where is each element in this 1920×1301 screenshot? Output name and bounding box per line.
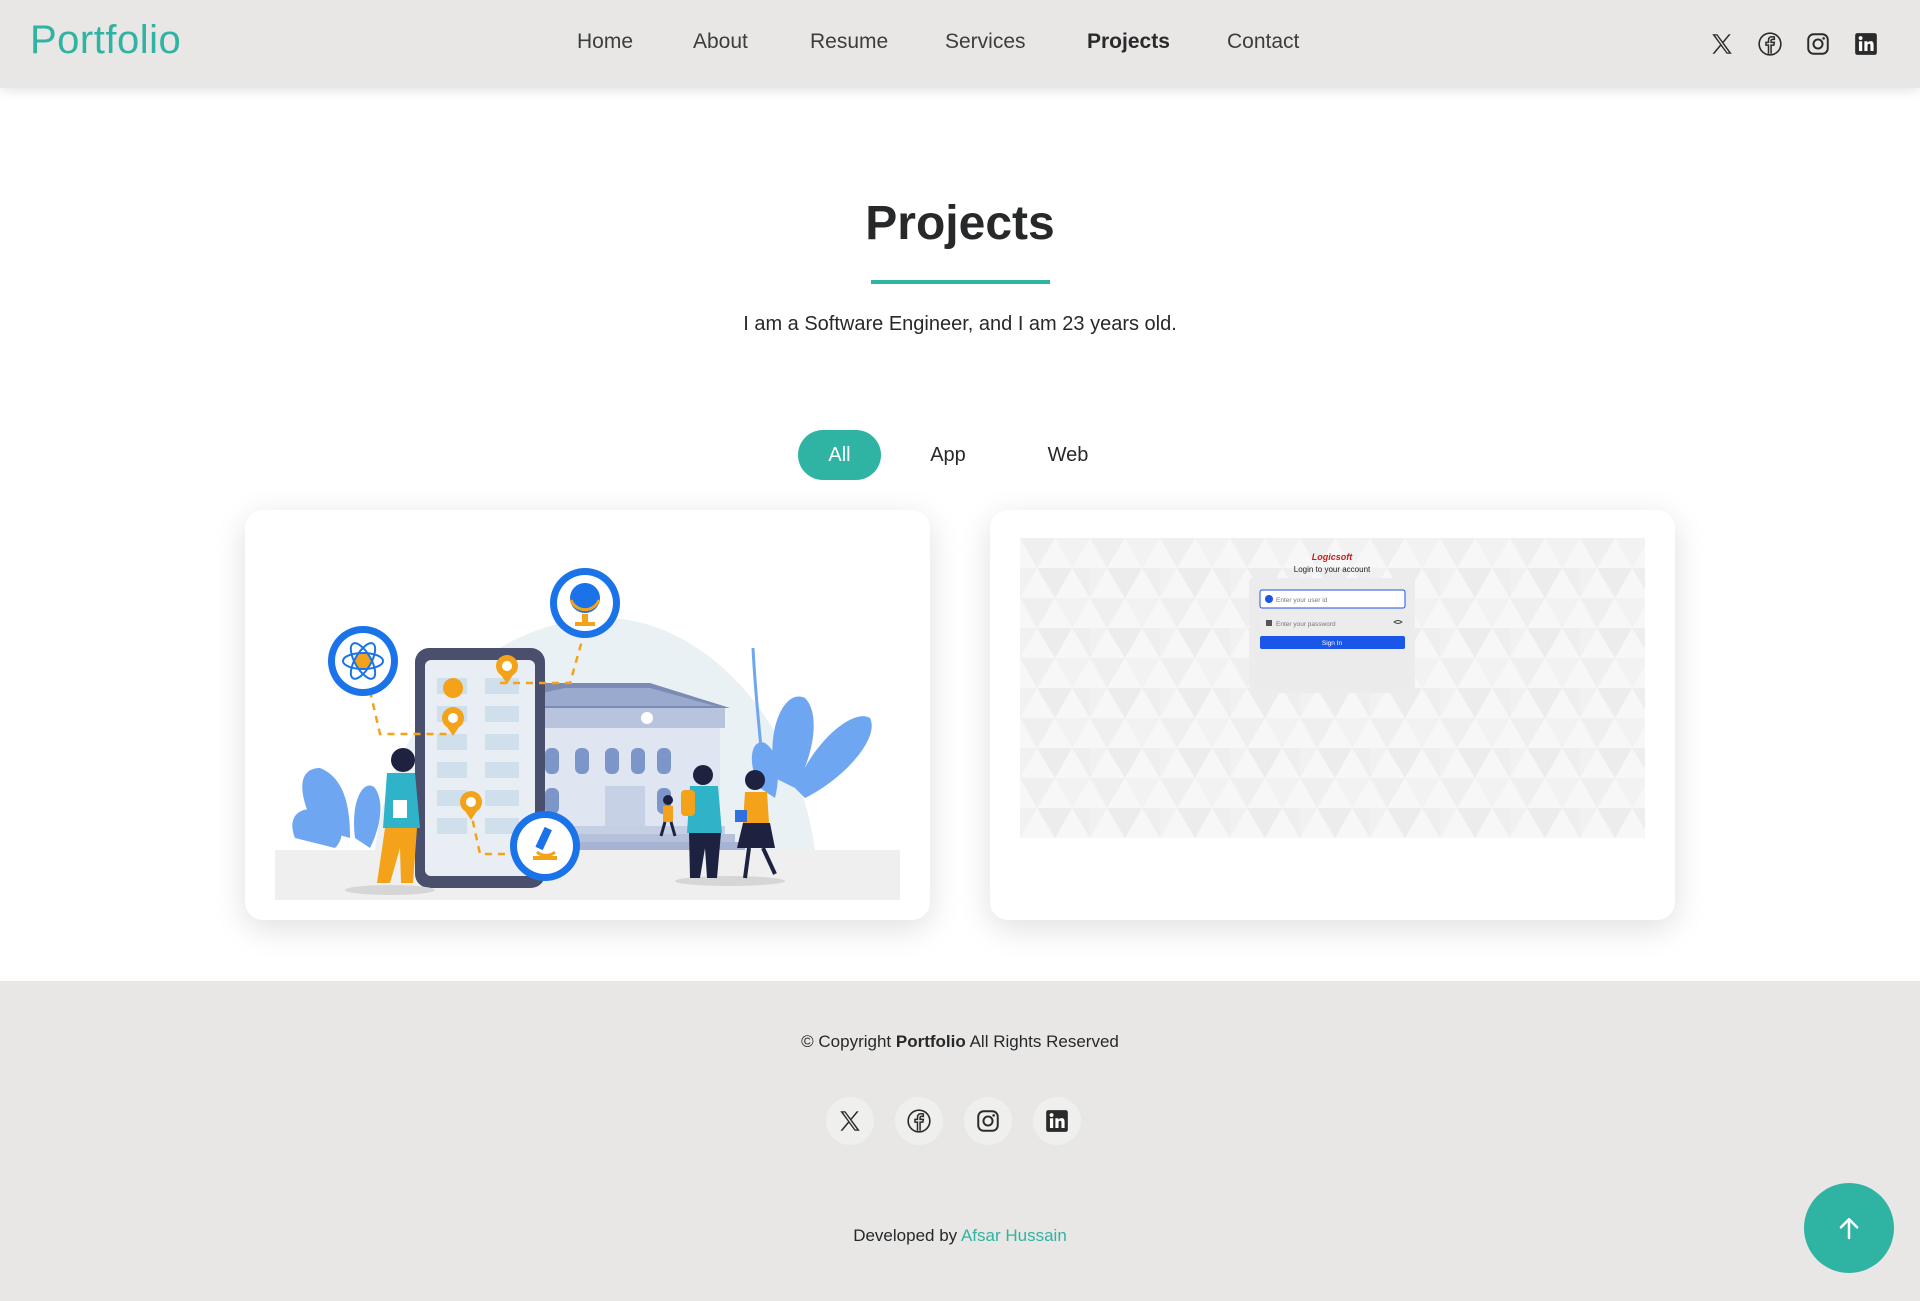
section-title: Projects — [865, 197, 1055, 250]
arrow-up-icon — [1839, 1218, 1859, 1240]
footer-social-links — [826, 1097, 1081, 1145]
nav-services[interactable]: Services — [945, 30, 1026, 54]
copyright-brand: Portfolio — [895, 1032, 966, 1051]
title-underline — [871, 280, 1050, 284]
filter-web[interactable]: Web — [1028, 430, 1108, 480]
instagram-icon[interactable] — [964, 1097, 1012, 1145]
nav-projects[interactable]: Projects — [1087, 30, 1170, 54]
project-card[interactable] — [245, 510, 930, 920]
back-to-top-button[interactable] — [1804, 1183, 1894, 1273]
login-screen-screenshot: Logicsoft Login to your account Enter yo… — [1020, 538, 1645, 838]
section-subtitle: I am a Software Engineer, and I am 23 ye… — [743, 313, 1177, 335]
facebook-icon[interactable] — [895, 1097, 943, 1145]
project-card[interactable]: Logicsoft Login to your account Enter yo… — [990, 510, 1675, 920]
x-icon[interactable] — [826, 1097, 874, 1145]
developer-link[interactable]: Afsar Hussain — [961, 1226, 1067, 1245]
header-social-links — [1698, 26, 1890, 62]
password-placeholder: Enter your password — [1276, 621, 1336, 628]
copyright: © Copyright Portfolio All Rights Reserve… — [0, 1032, 1920, 1052]
developed-by-label: Developed by — [853, 1226, 958, 1245]
login-brand: Logicsoft — [1312, 552, 1353, 562]
main-nav: Home About Resume Services Projects Cont… — [0, 0, 1920, 88]
signin-button-label: Sign In — [1322, 640, 1343, 647]
site-header: Portfolio Home About Resume Services Pro… — [0, 0, 1920, 88]
nav-contact[interactable]: Contact — [1227, 30, 1299, 54]
filter-all[interactable]: All — [798, 430, 881, 480]
instagram-icon[interactable] — [1794, 26, 1842, 62]
login-heading: Login to your account — [1294, 565, 1371, 574]
copyright-prefix: © Copyright — [801, 1032, 892, 1051]
filter-app[interactable]: App — [908, 430, 988, 480]
linkedin-icon[interactable] — [1033, 1097, 1081, 1145]
site-footer: © Copyright Portfolio All Rights Reserve… — [0, 981, 1920, 1301]
developer-credit: Developed by Afsar Hussain — [0, 1226, 1920, 1246]
site-logo[interactable]: Portfolio — [30, 18, 181, 63]
nav-home[interactable]: Home — [577, 30, 633, 54]
nav-resume[interactable]: Resume — [810, 30, 888, 54]
x-icon[interactable] — [1698, 26, 1746, 62]
copyright-suffix: All Rights Reserved — [969, 1032, 1119, 1051]
education-app-illustration — [275, 568, 900, 900]
facebook-icon[interactable] — [1746, 26, 1794, 62]
linkedin-icon[interactable] — [1842, 26, 1890, 62]
nav-about[interactable]: About — [693, 30, 748, 54]
userid-placeholder: Enter your user id — [1276, 597, 1328, 604]
